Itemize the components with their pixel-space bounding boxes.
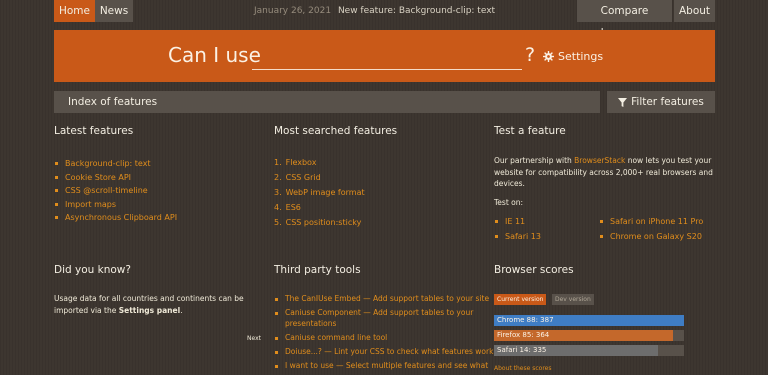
tool-link[interactable]: The CanIUse Embed — Add support tables t… — [285, 294, 489, 303]
feature-link[interactable]: Flexbox — [286, 158, 317, 167]
tool-link[interactable]: I want to use — Select multiple features… — [285, 361, 488, 370]
search-hero: Can I use ? Settings — [54, 30, 715, 82]
test-browsers-right: Safari on iPhone 11 Pro Chrome on Galaxy… — [599, 214, 703, 244]
feature-link[interactable]: Import maps — [65, 200, 116, 209]
feature-link[interactable]: Background-clip: text — [65, 159, 151, 168]
score-label: Safari 14: 335 — [497, 346, 547, 354]
search-input[interactable] — [252, 45, 522, 70]
score-bar-safari[interactable]: Safari 14: 335 — [494, 345, 684, 356]
rank-number: 3. — [274, 188, 282, 197]
settings-label: Settings — [558, 50, 604, 63]
index-of-features-title: Index of features — [68, 96, 158, 108]
tool-link[interactable]: Caniuse command line tool — [285, 333, 387, 342]
test-feature-text-before: Our partnership with — [494, 156, 572, 165]
test-browser-link[interactable]: Safari on iPhone 11 Pro — [610, 217, 703, 226]
tool-link[interactable]: Doiuse...? — Lint your CSS to check what… — [285, 347, 493, 356]
nav-compare-link[interactable]: Compare browsers — [577, 0, 672, 39]
third-party-tools-title: Third party tools — [274, 264, 361, 276]
nav-home-link[interactable]: Home — [54, 0, 95, 22]
test-feature-description: Our partnership with BrowserStack now le… — [494, 155, 716, 190]
list-item[interactable]: Safari 13 — [494, 229, 541, 244]
settings-panel-text: Settings panel — [118, 305, 181, 315]
filter-features-button[interactable]: Filter features — [607, 91, 715, 113]
tool-link[interactable]: Caniuse Component — Add support tables t… — [285, 308, 473, 328]
top-nav: Home News January 26, 2021 New feature: … — [54, 0, 715, 39]
filter-features-label: Filter features — [631, 96, 704, 108]
list-item[interactable]: Safari on iPhone 11 Pro — [599, 214, 703, 229]
list-item[interactable]: Doiuse...? — Lint your CSS to check what… — [274, 347, 510, 358]
list-item[interactable]: IE 11 — [494, 214, 541, 229]
gear-icon — [543, 51, 554, 62]
nav-about-link[interactable]: About — [674, 0, 715, 22]
filter-icon — [618, 97, 628, 107]
rank-number: 2. — [274, 173, 282, 182]
nav-news-link[interactable]: News — [95, 0, 133, 22]
browser-scores-title: Browser scores — [494, 264, 574, 276]
test-browser-link[interactable]: Safari 13 — [505, 232, 541, 241]
list-item[interactable]: CSS @scroll-timeline — [54, 184, 177, 198]
list-item[interactable]: Background-clip: text — [54, 157, 177, 171]
rank-number: 4. — [274, 203, 282, 212]
news-date: January 26, 2021 — [254, 6, 332, 16]
most-searched-list: 1. Flexbox 2. CSS Grid 3. WebP image format… — [274, 155, 365, 230]
tab-current-version[interactable]: Current version — [494, 294, 547, 305]
score-bar-firefox[interactable]: Firefox 85: 364 — [494, 330, 684, 341]
test-browser-link[interactable]: IE 11 — [505, 217, 525, 226]
feature-link[interactable]: Cookie Store API — [65, 173, 131, 182]
rank-number: 5. — [274, 218, 282, 227]
score-label: Firefox 85: 364 — [497, 331, 550, 339]
score-bar-chrome[interactable]: Chrome 88: 387 — [494, 315, 684, 326]
score-label: Chrome 88: 387 — [497, 316, 554, 324]
did-you-know-title: Did you know? — [54, 264, 131, 276]
about-scores-link[interactable]: About these scores — [494, 365, 551, 372]
list-item[interactable]: 1. Flexbox — [274, 155, 365, 170]
most-searched-title: Most searched features — [274, 125, 398, 137]
test-browsers-left: IE 11 Safari 13 — [494, 214, 541, 244]
did-you-know-text-after: . — [180, 305, 183, 315]
latest-features-list: Background-clip: text Cookie Store API C… — [54, 157, 177, 225]
test-browser-link[interactable]: Chrome on Galaxy S20 — [610, 232, 702, 241]
search-question-mark: ? — [525, 44, 536, 66]
list-item[interactable]: 2. CSS Grid — [274, 170, 365, 185]
list-item[interactable]: 5. CSS position:sticky — [274, 215, 365, 230]
list-item[interactable]: The CanIUse Embed — Add support tables t… — [274, 294, 510, 305]
feature-link[interactable]: CSS @scroll-timeline — [65, 186, 148, 195]
feature-link[interactable]: Asynchronous Clipboard API — [65, 213, 177, 222]
feature-link[interactable]: ES6 — [286, 203, 301, 212]
feature-link[interactable]: WebP image format — [286, 188, 365, 197]
latest-features-title: Latest features — [54, 125, 134, 137]
list-item[interactable]: Caniuse command line tool — [274, 333, 510, 344]
feature-link[interactable]: CSS position:sticky — [286, 218, 362, 227]
news-text[interactable]: New feature: Background-clip: text — [338, 6, 495, 16]
list-item[interactable]: 4. ES6 — [274, 200, 365, 215]
rank-number: 1. — [274, 158, 282, 167]
did-you-know-text: Usage data for all countries and contine… — [54, 293, 249, 316]
list-item[interactable]: Caniuse Component — Add support tables t… — [274, 308, 510, 329]
list-item[interactable]: Asynchronous Clipboard API — [54, 211, 177, 225]
settings-button[interactable]: Settings — [543, 50, 603, 63]
browserstack-link[interactable]: BrowserStack — [574, 156, 625, 165]
list-item[interactable]: Chrome on Galaxy S20 — [599, 229, 703, 244]
list-item[interactable]: Import maps — [54, 198, 177, 212]
list-item[interactable]: I want to use — Select multiple features… — [274, 361, 510, 372]
next-tip-button[interactable]: Next — [247, 335, 261, 342]
third-party-tools-list: The CanIUse Embed — Add support tables t… — [274, 294, 510, 375]
test-feature-title: Test a feature — [494, 125, 566, 137]
news-ticker[interactable]: January 26, 2021 New feature: Background… — [254, 0, 554, 22]
feature-link[interactable]: CSS Grid — [286, 173, 321, 182]
list-item[interactable]: 3. WebP image format — [274, 185, 365, 200]
test-on-label: Test on: — [494, 198, 524, 207]
index-of-features-bar[interactable]: Index of features — [54, 91, 600, 113]
list-item[interactable]: Cookie Store API — [54, 171, 177, 185]
search-label: Can I use — [168, 43, 261, 67]
tab-dev-version[interactable]: Dev version — [552, 294, 594, 305]
